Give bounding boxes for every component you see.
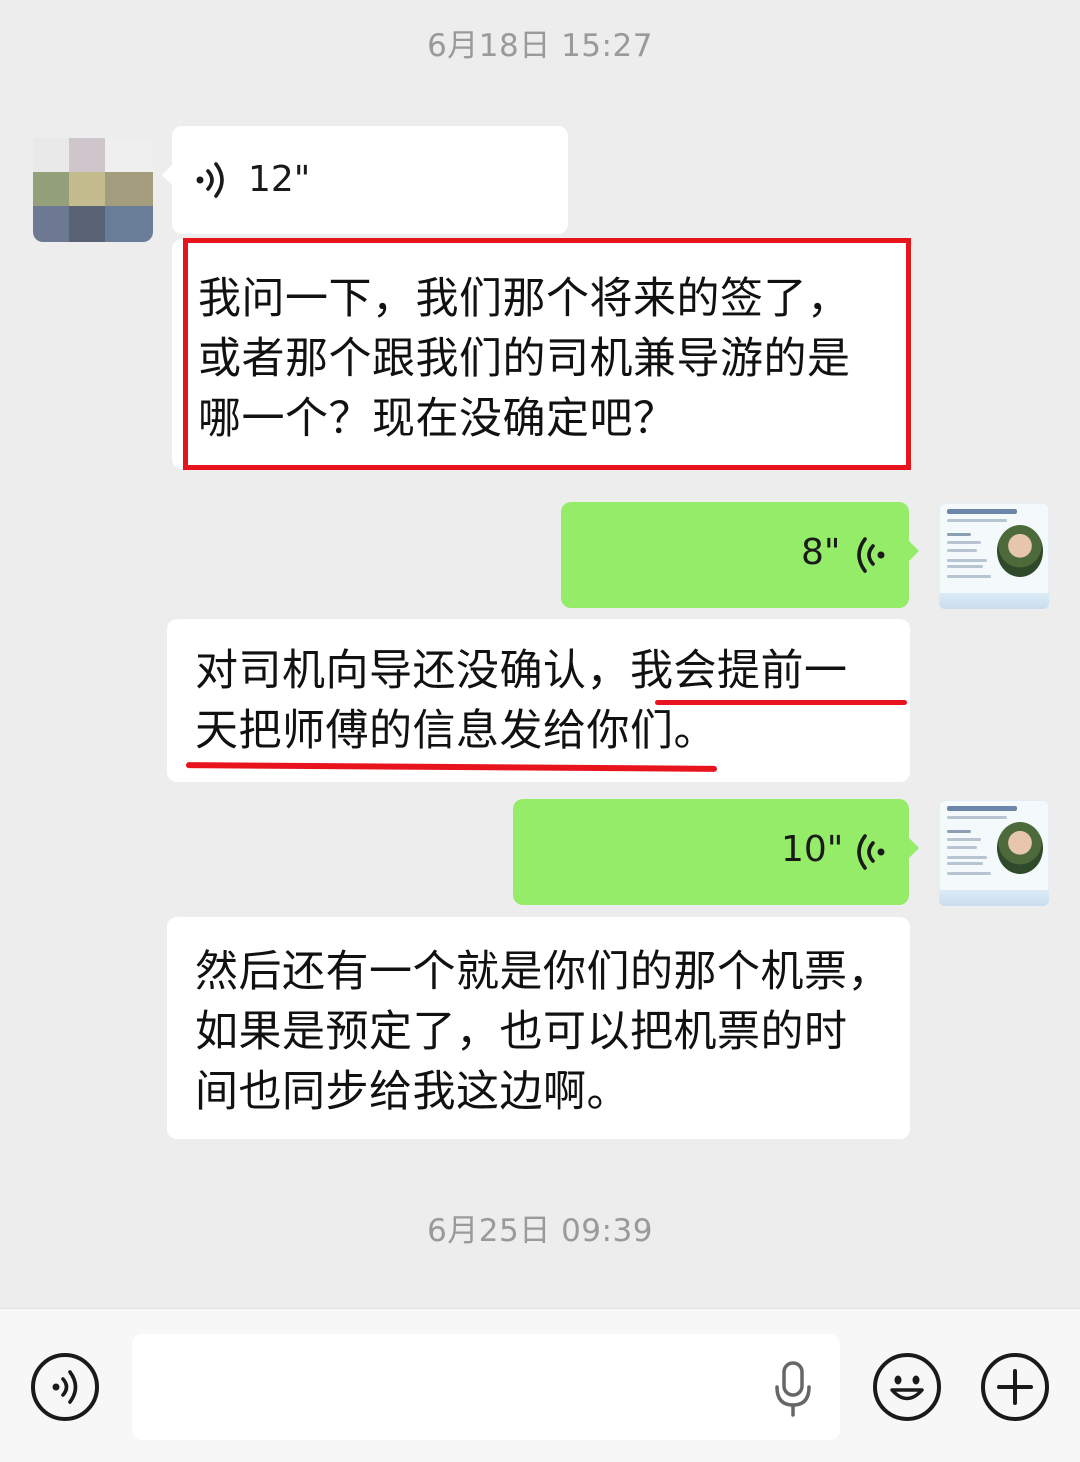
plus-icon: [997, 1369, 1033, 1405]
red-underline: [655, 700, 907, 705]
message-line: 或者那个跟我们的司机兼导游的是: [198, 334, 851, 384]
text-message-bubble[interactable]: 我问一下，我们那个将来的签了， 或者那个跟我们的司机兼导游的是 哪一个？现在没确…: [172, 239, 912, 469]
voice-message-bubble[interactable]: 10": [513, 799, 919, 905]
message-line: 我问一下，我们那个将来的签了，: [198, 274, 851, 324]
voice-wave-icon: [196, 162, 224, 198]
voice-duration: 12": [248, 159, 311, 200]
emoji-icon: [890, 1375, 924, 1401]
voice-duration: 10": [781, 829, 844, 870]
voice-duration: 8": [801, 532, 841, 573]
message-input[interactable]: [132, 1334, 840, 1440]
more-button[interactable]: [981, 1353, 1049, 1421]
text-message-bubble[interactable]: 然后还有一个就是你们的那个机票， 如果是预定了，也可以把机票的时 间也同步给我这…: [167, 917, 910, 1139]
message-line: 间也同步给我这边啊。: [195, 1067, 630, 1117]
message-line: 对司机向导还没确认，我会提前一: [195, 646, 848, 696]
microphone-icon[interactable]: [770, 1359, 816, 1419]
voice-wave-icon: [857, 537, 885, 573]
timestamp: 6月18日 15:27: [427, 28, 653, 64]
message-line: 哪一个？现在没确定吧？: [198, 394, 677, 444]
chat-area[interactable]: 6月18日 15:27 12" 我问一下，我们那个将来的签了， 或者那个跟我们的…: [0, 0, 1080, 1308]
my-avatar[interactable]: [939, 503, 1049, 609]
voice-toggle-button[interactable]: [31, 1353, 99, 1421]
voice-toggle-icon: [52, 1370, 78, 1404]
message-line: 天把师傅的信息发给你们。: [195, 706, 717, 756]
my-avatar[interactable]: [939, 800, 1049, 906]
voice-wave-icon: [857, 834, 885, 870]
message-line: 如果是预定了，也可以把机票的时: [195, 1007, 848, 1057]
input-bar: [0, 1308, 1080, 1462]
timestamp: 6月25日 09:39: [427, 1213, 653, 1249]
message-line: 然后还有一个就是你们的那个机票，: [195, 947, 891, 997]
voice-message-bubble[interactable]: 12": [162, 126, 568, 234]
emoji-button[interactable]: [873, 1353, 941, 1421]
contact-avatar[interactable]: [33, 138, 153, 242]
voice-message-bubble[interactable]: 8": [561, 502, 919, 608]
